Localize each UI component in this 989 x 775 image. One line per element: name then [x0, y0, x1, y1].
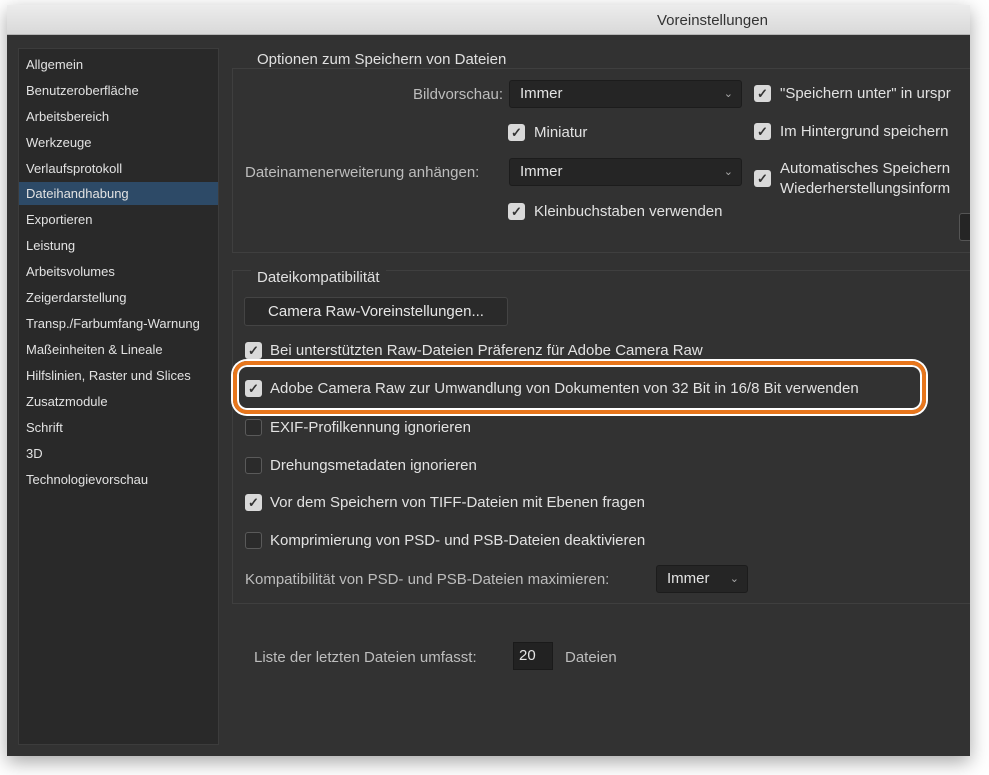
window-title: Voreinstellungen [657, 12, 768, 29]
rotation-label: Drehungsmetadaten ignorieren [270, 457, 477, 474]
sidebar-item-schrift[interactable]: Schrift [19, 416, 218, 439]
preview-select[interactable]: Immer ⌄ [509, 80, 742, 108]
rotation-checkbox[interactable] [245, 457, 262, 474]
save-as-original-label: "Speichern unter" in urspr [780, 85, 951, 102]
sidebar-item-exportieren[interactable]: Exportieren [19, 208, 218, 231]
background-save-checkbox[interactable]: ✓ [754, 123, 771, 140]
maximize-label: Kompatibilität von PSD- und PSB-Dateien … [245, 571, 610, 588]
preview-label: Bildvorschau: [412, 86, 503, 103]
thumbnail-label: Miniatur [534, 124, 588, 141]
exif-checkbox[interactable] [245, 419, 262, 436]
sidebar-item-benutzeroberflaeche[interactable]: Benutzeroberfläche [19, 79, 218, 102]
maximize-select[interactable]: Immer ⌄ [656, 565, 748, 593]
sidebar-item-masseinheiten[interactable]: Maßeinheiten & Lineale [19, 338, 218, 361]
save-as-original-checkbox[interactable]: ✓ [754, 85, 771, 102]
highlight-frame [233, 361, 926, 414]
tiff-layers-label: Vor dem Speichern von TIFF-Dateien mit E… [270, 494, 645, 511]
auto-save-label-2: Wiederherstellungsinform [780, 180, 951, 197]
background-save-label: Im Hintergrund speichern [780, 123, 949, 140]
preview-value: Immer [520, 85, 563, 102]
extension-select[interactable]: Immer ⌄ [509, 158, 742, 186]
prefer-acr-label: Bei unterstützten Raw-Dateien Präferenz … [270, 342, 703, 359]
sidebar-item-arbeitsbereich[interactable]: Arbeitsbereich [19, 105, 218, 128]
preferences-window: Voreinstellungen Allgemein Benutzeroberf… [7, 5, 970, 756]
extension-value: Immer [520, 163, 563, 180]
chevron-down-icon: ⌄ [729, 573, 739, 585]
auto-save-checkbox[interactable]: ✓ [754, 170, 771, 187]
psd-compression-label: Komprimierung von PSD- und PSB-Dateien d… [270, 532, 646, 549]
sidebar: Allgemein Benutzeroberfläche Arbeitsbere… [18, 48, 219, 745]
auto-save-interval-select[interactable] [959, 213, 970, 241]
recent-files-suffix: Dateien [565, 649, 617, 666]
extension-label: Dateinamenerweiterung anhängen: [245, 164, 480, 181]
sidebar-item-dateihandhabung[interactable]: Dateihandhabung [19, 182, 218, 205]
sidebar-item-technologievorschau[interactable]: Technologievorschau [19, 468, 218, 491]
sidebar-item-werkzeuge[interactable]: Werkzeuge [19, 131, 218, 154]
exif-label: EXIF-Profilkennung ignorieren [270, 419, 471, 436]
save-options-title: Optionen zum Speichern von Dateien [251, 51, 513, 68]
sidebar-item-hilfslinien[interactable]: Hilfslinien, Raster und Slices [19, 364, 218, 387]
lowercase-checkbox[interactable]: ✓ [508, 203, 525, 220]
lowercase-label: Kleinbuchstaben verwenden [534, 203, 723, 220]
recent-files-input[interactable]: 20 [513, 642, 553, 670]
sidebar-item-leistung[interactable]: Leistung [19, 234, 218, 257]
sidebar-item-arbeitsvolumes[interactable]: Arbeitsvolumes [19, 260, 218, 283]
chevron-down-icon: ⌄ [723, 166, 733, 178]
maximize-value: Immer [667, 570, 710, 587]
chevron-down-icon: ⌄ [723, 88, 733, 100]
compat-title: Dateikompatibilität [251, 269, 386, 286]
sidebar-item-transparenz[interactable]: Transp./Farbumfang-Warnung [19, 312, 218, 335]
title-bar: Voreinstellungen [7, 5, 970, 35]
tiff-layers-checkbox[interactable]: ✓ [245, 494, 262, 511]
sidebar-item-zeigerdarstellung[interactable]: Zeigerdarstellung [19, 286, 218, 309]
sidebar-item-verlaufsprotokoll[interactable]: Verlaufsprotokoll [19, 157, 218, 180]
thumbnail-checkbox[interactable]: ✓ [508, 124, 525, 141]
camera-raw-settings-button[interactable]: Camera Raw-Voreinstellungen... [244, 297, 508, 326]
prefer-acr-checkbox[interactable]: ✓ [245, 342, 262, 359]
auto-save-label-1: Automatisches Speichern [780, 160, 951, 177]
psd-compression-checkbox[interactable] [245, 532, 262, 549]
recent-files-label: Liste der letzten Dateien umfasst: [254, 649, 477, 666]
sidebar-item-zusatzmodule[interactable]: Zusatzmodule [19, 390, 218, 413]
sidebar-item-3d[interactable]: 3D [19, 442, 218, 465]
sidebar-item-allgemein[interactable]: Allgemein [19, 53, 218, 76]
